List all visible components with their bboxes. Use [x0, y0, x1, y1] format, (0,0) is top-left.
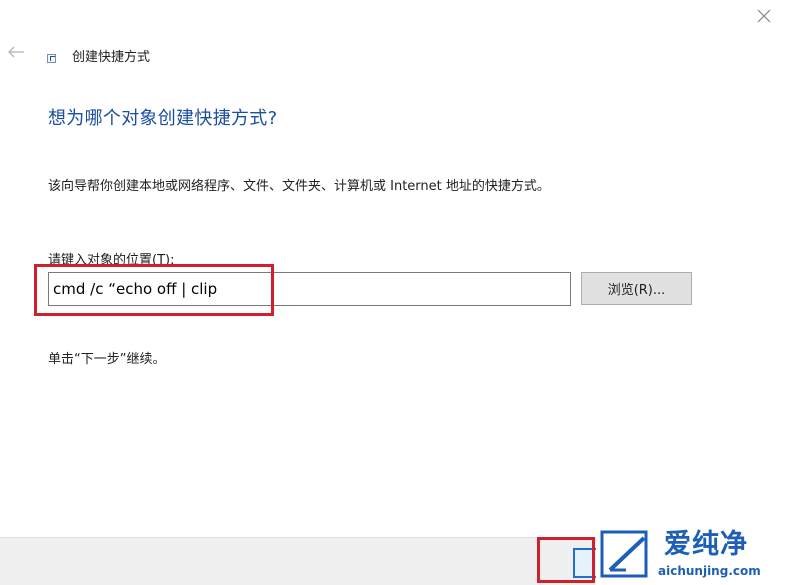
close-button[interactable]: [748, 2, 780, 30]
watermark-brand: 爱纯净: [664, 529, 748, 560]
wizard-description: 该向导帮你创建本地或网络程序、文件、文件夹、计算机或 Internet 地址的快…: [48, 179, 550, 194]
location-input[interactable]: [48, 272, 571, 306]
brand-logo-icon: [600, 530, 648, 578]
location-field-label: 请键入对象的位置(T):: [48, 253, 175, 268]
window-title: 创建快捷方式: [72, 50, 151, 65]
back-button[interactable]: [6, 44, 30, 64]
page-heading: 想为哪个对象创建快捷方式?: [48, 108, 278, 129]
shortcut-icon: [47, 54, 56, 63]
create-shortcut-dialog: 创建快捷方式 想为哪个对象创建快捷方式? 该向导帮你创建本地或网络程序、文件、文…: [0, 0, 785, 585]
browse-button[interactable]: 浏览(R)...: [581, 272, 692, 305]
site-watermark: 爱纯净 aichunjing.com: [596, 526, 785, 585]
watermark-url: aichunjing.com: [658, 564, 761, 578]
back-arrow-icon: [8, 46, 24, 58]
next-step-hint: 单击“下一步”继续。: [48, 352, 166, 367]
close-icon: [757, 9, 771, 23]
